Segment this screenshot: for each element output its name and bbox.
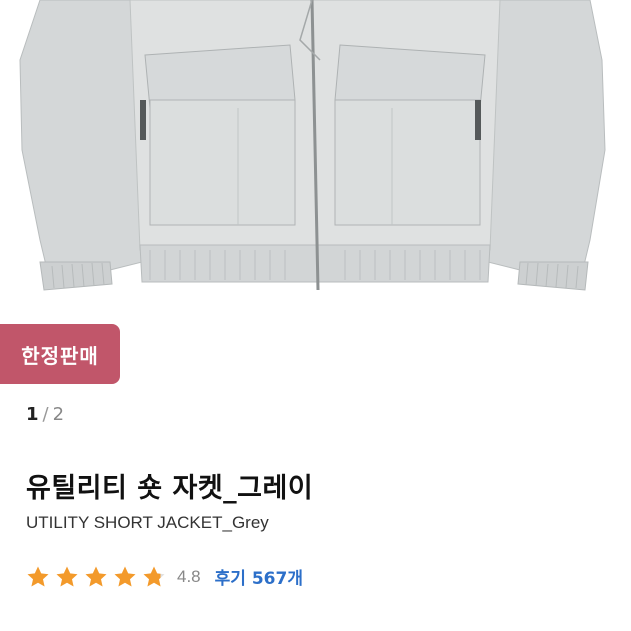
pager-total: 2 xyxy=(52,404,65,425)
pager-current: 1 xyxy=(26,404,39,425)
star-icon xyxy=(85,566,107,586)
product-subtitle: UTILITY SHORT JACKET_Grey xyxy=(26,513,269,532)
star-rating xyxy=(26,565,171,589)
star-icon xyxy=(27,566,49,586)
reviews-link[interactable]: 후기 567개 xyxy=(215,564,303,589)
pager-separator: / xyxy=(42,404,49,425)
star-half-icon xyxy=(143,566,165,586)
badge-label: 한정판매 xyxy=(21,343,99,368)
image-pager: 1/2 xyxy=(26,404,64,425)
star-icon xyxy=(114,566,136,586)
limited-sale-badge: 한정판매 xyxy=(0,324,120,384)
jacket-photo xyxy=(19,0,606,291)
star-icon xyxy=(56,566,78,586)
rating-row: 4.8 후기 567개 xyxy=(26,564,303,589)
product-image[interactable] xyxy=(0,0,631,318)
rating-score: 4.8 xyxy=(177,566,201,586)
product-title: 유틸리티 숏 자켓_그레이 xyxy=(26,473,314,504)
